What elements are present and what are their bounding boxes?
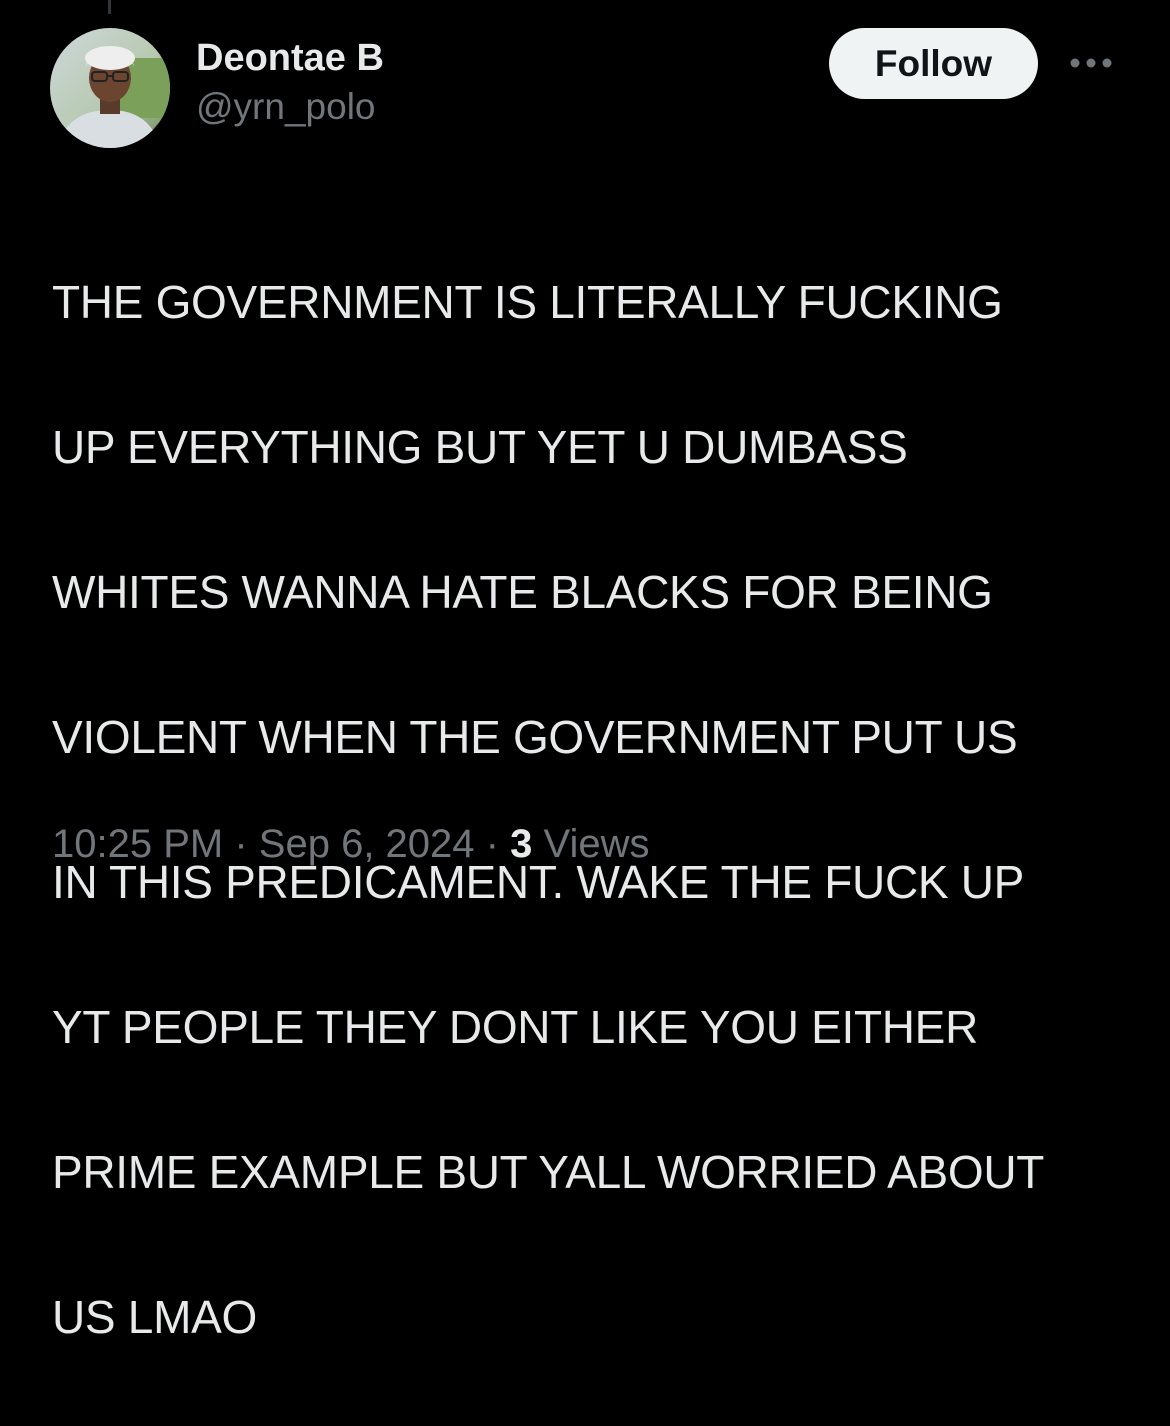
tweet-text-line: WHITES WANNA HATE BLACKS FOR BEING	[52, 565, 993, 618]
tweet-text-line: VIOLENT WHEN THE GOVERNMENT PUT US	[52, 710, 1018, 763]
tweet-time[interactable]: 10:25 PM	[52, 822, 223, 866]
avatar-image	[50, 28, 170, 148]
tweet-text-line: PRIME EXAMPLE BUT YALL WORRIED ABOUT	[52, 1145, 1045, 1198]
tweet-text-line: YT PEOPLE THEY DONT LIKE YOU EITHER	[52, 1000, 978, 1053]
tweet-text: THE GOVERNMENT IS LITERALLY FUCKING UP E…	[52, 193, 1142, 1426]
tweet-date[interactable]: Sep 6, 2024	[259, 822, 475, 866]
author-display-name[interactable]: Deontae B	[196, 34, 384, 82]
tweet-header: Deontae B @yrn_polo Follow	[50, 28, 1120, 148]
views-label[interactable]: Views	[544, 822, 650, 866]
avatar[interactable]	[50, 28, 170, 148]
author-handle[interactable]: @yrn_polo	[196, 82, 384, 132]
tweet-text-line: US LMAO	[52, 1290, 257, 1343]
follow-button[interactable]: Follow	[829, 28, 1038, 99]
more-options-button[interactable]	[1066, 48, 1116, 78]
views-count[interactable]: 3	[510, 822, 532, 866]
more-horizontal-icon	[1070, 58, 1112, 68]
author-names: Deontae B @yrn_polo	[196, 34, 384, 132]
thread-connector-line	[108, 0, 111, 14]
meta-separator: ·	[234, 822, 248, 866]
tweet-text-line: THE GOVERNMENT IS LITERALLY FUCKING	[52, 275, 1003, 328]
tweet-metadata: 10:25 PM · Sep 6, 2024 · 3 Views	[52, 818, 649, 870]
tweet-text-line: UP EVERYTHING BUT YET U DUMBASS	[52, 420, 908, 473]
meta-separator: ·	[485, 822, 499, 866]
